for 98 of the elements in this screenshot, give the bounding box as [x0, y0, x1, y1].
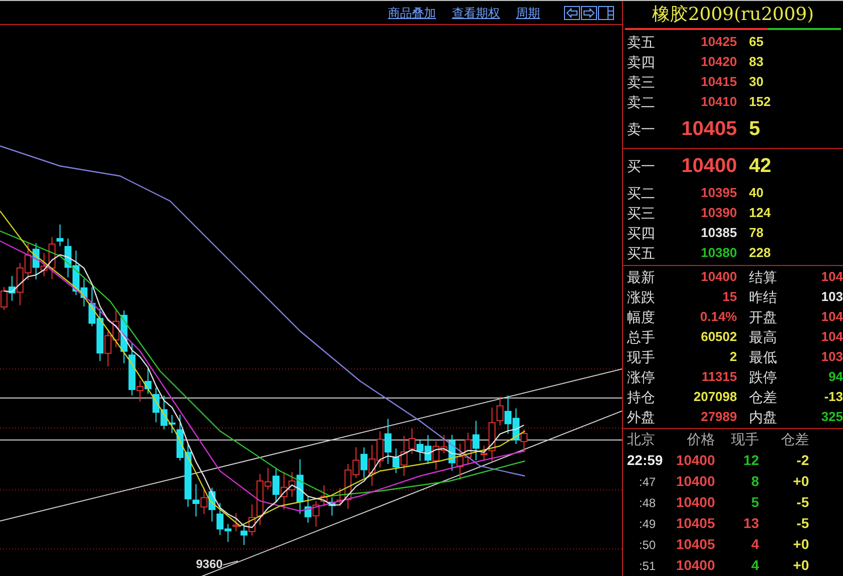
right-arrow-icon[interactable] [581, 6, 597, 20]
stat-label: 结算 [749, 268, 778, 286]
toolbar-link[interactable]: 商品叠加 [388, 6, 436, 18]
order-price: 10425 [700, 33, 737, 52]
tick-volume: 4 [750, 556, 759, 575]
toolbar-link[interactable]: 查看期权 [452, 6, 500, 18]
order-level-label: 买五 [627, 244, 656, 262]
tick-volume: 4 [750, 535, 759, 554]
tick-volume: 5 [750, 493, 759, 512]
tick-price: 10405 [675, 535, 715, 554]
tick-time: :50 [638, 536, 657, 554]
order-level-label: 买三 [627, 204, 656, 222]
order-price: 10400 [680, 154, 737, 179]
stat-value: 103 [820, 288, 843, 306]
tick-time: :47 [638, 474, 657, 490]
order-price: 10410 [700, 93, 737, 112]
left-arrow-icon[interactable] [564, 6, 580, 20]
stat-value: 10400 [700, 268, 738, 286]
order-level-label: 卖五 [627, 32, 656, 52]
tick-price: 10405 [675, 514, 715, 533]
order-level-label: 买二 [627, 184, 656, 202]
order-level-label: 卖三 [627, 72, 656, 92]
tick-price: 10400 [675, 451, 715, 470]
tick-time: :51 [638, 558, 657, 574]
order-volume: 124 [749, 204, 771, 222]
column-header: 北京 [627, 430, 656, 449]
stat-value: 104 [820, 308, 843, 326]
order-price: 10415 [700, 73, 737, 92]
stat-label: 现手 [627, 348, 656, 366]
stat-label: 最低 [749, 348, 778, 366]
order-volume: 5 [749, 117, 760, 142]
column-header: 价格 [686, 430, 715, 449]
order-level-label: 卖四 [627, 52, 656, 72]
stat-value: 60502 [700, 328, 738, 346]
tick-price: 10400 [675, 556, 715, 575]
column-header: 现手 [730, 430, 759, 449]
tick-volume: 12 [742, 451, 759, 470]
tick-position-change: -5 [796, 493, 809, 512]
tick-time: 22:59 [627, 451, 664, 470]
order-level-label: 买一 [627, 156, 656, 176]
column-header: 仓差 [780, 430, 809, 449]
order-price: 10405 [680, 117, 737, 142]
stat-value: 325 [820, 408, 843, 426]
order-volume: 30 [749, 73, 764, 92]
tick-position-change: -5 [796, 514, 809, 533]
order-volume: 78 [749, 224, 764, 242]
order-price: 10380 [700, 244, 737, 262]
tick-position-change: +0 [792, 535, 809, 554]
order-price: 10420 [700, 53, 737, 72]
tick-position-change: +0 [792, 472, 809, 491]
stat-label: 最高 [749, 328, 778, 346]
stat-label: 涨跌 [627, 288, 656, 306]
stat-label: 昨结 [749, 288, 778, 306]
tick-volume: 8 [750, 472, 759, 491]
stat-value: -13 [823, 388, 843, 406]
order-volume: 228 [749, 244, 771, 262]
stat-label: 总手 [627, 328, 656, 346]
order-level-label: 买四 [627, 224, 656, 242]
stat-value: 11315 [700, 368, 738, 386]
order-volume: 40 [749, 184, 764, 202]
stat-label: 外盘 [627, 408, 656, 426]
stat-label: 跌停 [749, 368, 778, 386]
stat-value: 104 [820, 268, 843, 286]
stat-value: 27989 [700, 408, 738, 426]
toolbar-link[interactable]: 周期 [516, 6, 540, 18]
stat-value: 103 [820, 348, 843, 366]
tick-position-change: -2 [796, 451, 809, 470]
order-level-label: 卖一 [627, 120, 656, 138]
stat-value: 104 [820, 328, 843, 346]
order-price: 10395 [700, 184, 737, 202]
stat-label: 幅度 [627, 308, 656, 326]
tick-price: 10400 [675, 472, 715, 491]
stat-label: 内盘 [749, 408, 778, 426]
low-price-label: 9360 [196, 558, 223, 570]
order-volume: 65 [749, 33, 764, 52]
order-price: 10390 [700, 204, 737, 222]
tick-position-change: +0 [792, 556, 809, 575]
tick-volume: 13 [742, 514, 759, 533]
stat-label: 仓差 [749, 388, 778, 406]
order-volume: 42 [749, 154, 772, 179]
stat-label: 开盘 [749, 308, 778, 326]
stat-value: 207098 [692, 388, 738, 406]
order-volume: 152 [749, 93, 771, 112]
order-volume: 83 [749, 53, 764, 72]
stat-label: 最新 [627, 268, 656, 286]
tick-time: :49 [638, 516, 657, 532]
stat-value: 0.14% [699, 308, 738, 326]
stat-value: 15 [722, 288, 738, 306]
tick-price: 10400 [675, 493, 715, 512]
tick-time: :48 [638, 494, 657, 512]
stat-label: 持仓 [627, 388, 656, 406]
stat-label: 涨停 [627, 368, 656, 386]
order-price: 10385 [700, 224, 737, 242]
stat-value: 94 [828, 368, 843, 386]
order-level-label: 卖二 [627, 92, 656, 112]
panel-toggle-icon[interactable] [598, 6, 614, 20]
contract-title: 橡胶2009(ru2009) [651, 3, 815, 27]
stat-value: 2 [728, 348, 738, 366]
